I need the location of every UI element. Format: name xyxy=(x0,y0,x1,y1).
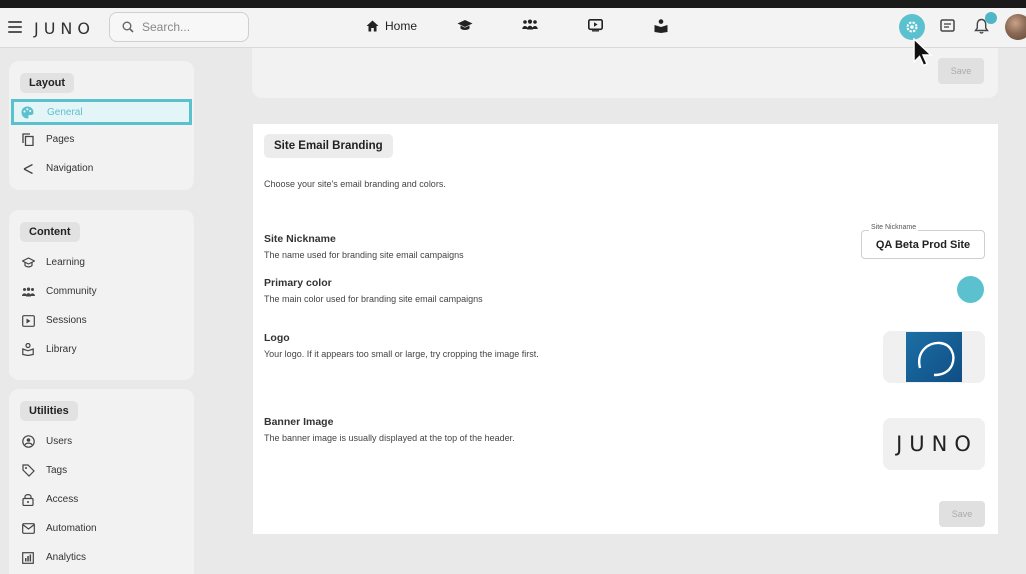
tag-icon xyxy=(22,464,35,477)
app-window: JUNO Search... Home Layout General Pages… xyxy=(0,8,1026,574)
logo-image xyxy=(906,332,962,382)
sidebar-section-layout: Layout General Pages Navigation xyxy=(9,61,194,190)
mail-icon xyxy=(22,523,35,534)
sidebar-item-label: Learning xyxy=(46,257,85,268)
primary-color-title: Primary color xyxy=(264,277,332,289)
book-reader-icon xyxy=(654,19,668,33)
section-description: Choose your site's email branding and co… xyxy=(264,179,446,189)
sidebar-item-automation[interactable]: Automation xyxy=(9,514,194,543)
sidebar-section-utilities: Utilities Users Tags Access Automation A… xyxy=(9,389,194,574)
sidebar-item-access[interactable]: Access xyxy=(9,485,194,514)
people-icon xyxy=(522,19,538,30)
site-nickname-description: The name used for branding site email ca… xyxy=(264,250,464,260)
share-icon xyxy=(23,163,33,174)
sidebar-item-label: Analytics xyxy=(46,552,87,563)
logo-image-upload[interactable] xyxy=(883,331,985,383)
sidebar-item-community[interactable]: Community xyxy=(9,277,194,306)
logo-arc-icon xyxy=(918,341,955,377)
sidebar-item-label: Community xyxy=(46,286,97,297)
analytics-icon xyxy=(22,551,34,564)
site-email-branding-card: Site Email Branding Choose your site's e… xyxy=(253,124,998,534)
primary-color-swatch[interactable] xyxy=(957,276,984,303)
nav-home-label: Home xyxy=(385,19,418,33)
home-icon xyxy=(366,20,379,32)
graduation-cap-icon xyxy=(457,20,473,30)
book-reader-icon xyxy=(22,343,34,356)
sidebar-item-label: Library xyxy=(46,344,77,355)
sidebar-section-title: Content xyxy=(20,222,80,242)
sessions-icon xyxy=(22,314,35,327)
people-icon xyxy=(22,287,35,296)
save-button[interactable]: Save xyxy=(939,501,985,527)
primary-color-description: The main color used for branding site em… xyxy=(264,294,483,304)
site-nickname-field-label: Site Nickname xyxy=(869,224,919,231)
sidebar-item-analytics[interactable]: Analytics xyxy=(9,543,194,572)
nav-home[interactable]: Home xyxy=(366,19,417,33)
save-button[interactable]: Save xyxy=(938,58,984,84)
gear-icon xyxy=(906,21,918,33)
sidebar-item-sessions[interactable]: Sessions xyxy=(9,306,194,335)
logo-title: Logo xyxy=(264,332,290,344)
banner-image-upload[interactable]: JUNO xyxy=(883,418,985,470)
banner-image-description: The banner image is usually displayed at… xyxy=(264,433,515,443)
sidebar-item-label: Navigation xyxy=(46,163,94,174)
sidebar-item-label: Access xyxy=(46,494,79,505)
nav-community[interactable] xyxy=(522,19,538,30)
sidebar-item-library[interactable]: Library xyxy=(9,335,194,364)
sidebar-item-label: General xyxy=(47,106,83,118)
sidebar-section-title: Utilities xyxy=(20,401,78,421)
pages-icon xyxy=(22,133,34,146)
play-screen-icon xyxy=(588,19,603,32)
search-icon xyxy=(122,21,134,33)
messages-icon[interactable] xyxy=(940,19,955,34)
search-input[interactable]: Search... xyxy=(109,12,249,42)
sidebar-item-label: Pages xyxy=(46,134,75,145)
sidebar-item-label: Users xyxy=(46,436,73,447)
sidebar-item-label: Sessions xyxy=(46,315,87,326)
nav-sessions[interactable] xyxy=(588,19,603,32)
section-title: Site Email Branding xyxy=(264,134,393,158)
sidebar-item-tags[interactable]: Tags xyxy=(9,456,194,485)
nav-library[interactable] xyxy=(654,19,668,33)
nav-learning[interactable] xyxy=(457,19,473,32)
lock-icon xyxy=(22,494,34,506)
search-placeholder: Search... xyxy=(142,20,191,34)
sidebar-item-users[interactable]: Users xyxy=(9,427,194,456)
logo-description: Your logo. If it appears too small or la… xyxy=(264,349,539,359)
graduation-cap-icon xyxy=(22,256,35,267)
sidebar-section-title: Layout xyxy=(20,73,75,93)
sidebar-item-label: Tags xyxy=(46,465,68,476)
mouse-cursor-icon xyxy=(913,38,933,67)
hamburger-menu-icon[interactable] xyxy=(8,21,22,33)
top-navigation-bar: JUNO Search... Home xyxy=(0,8,1026,48)
sidebar-item-learning[interactable]: Learning xyxy=(9,248,194,277)
banner-image: JUNO xyxy=(896,432,978,456)
user-avatar[interactable] xyxy=(1005,14,1026,40)
previous-settings-card: Save xyxy=(252,48,998,98)
sidebar-section-content: Content Learning Community Sessions Libr… xyxy=(9,210,194,380)
site-nickname-title: Site Nickname xyxy=(264,233,336,245)
sidebar-item-navigation[interactable]: Navigation xyxy=(9,154,194,183)
palette-icon xyxy=(21,106,34,118)
banner-image-title: Banner Image xyxy=(264,416,334,428)
users-icon xyxy=(22,435,35,448)
sidebar-item-pages[interactable]: Pages xyxy=(9,125,194,154)
notification-badge xyxy=(985,12,997,24)
sidebar-item-general[interactable]: General xyxy=(11,99,192,125)
settings-button[interactable] xyxy=(899,14,925,40)
sidebar-item-label: Automation xyxy=(46,523,97,534)
app-logo[interactable]: JUNO xyxy=(34,19,95,38)
site-nickname-field[interactable]: QA Beta Prod Site xyxy=(861,230,985,259)
